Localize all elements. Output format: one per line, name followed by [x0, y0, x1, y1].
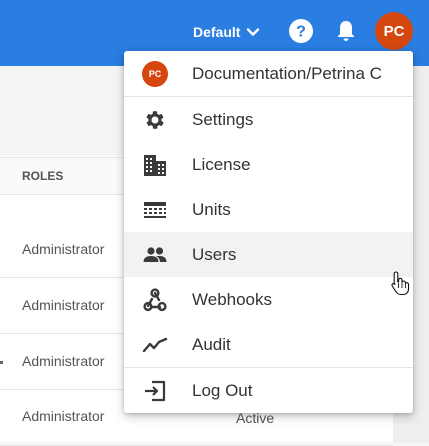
- row-role: Administrator: [22, 297, 105, 313]
- users-label: Users: [192, 244, 237, 264]
- menu-item-webhooks[interactable]: Webhooks: [124, 277, 413, 322]
- column-header-roles[interactable]: ROLES: [22, 169, 63, 183]
- gear-icon: [142, 107, 168, 133]
- menu-item-logout[interactable]: Log Out: [124, 368, 413, 413]
- account-label: Documentation/Petrina C: [192, 63, 382, 83]
- menu-item-license[interactable]: License: [124, 142, 413, 187]
- menu-item-settings[interactable]: Settings: [124, 97, 413, 142]
- svg-text:?: ?: [296, 24, 306, 41]
- units-label: Units: [192, 199, 231, 219]
- menu-item-users[interactable]: Users: [124, 232, 413, 277]
- webhooks-icon: [142, 287, 168, 313]
- menu-item-units[interactable]: Units: [124, 187, 413, 232]
- settings-label: Settings: [192, 109, 254, 129]
- license-label: License: [192, 154, 251, 174]
- chevron-down-icon: [247, 28, 260, 36]
- audit-label: Audit: [192, 334, 231, 354]
- menu-item-audit[interactable]: Audit: [124, 322, 413, 367]
- logout-icon: [142, 378, 168, 404]
- row-role: Administrator: [22, 241, 105, 257]
- user-avatar-button[interactable]: PC: [375, 12, 413, 50]
- account-avatar-initials: PC: [142, 60, 168, 87]
- logout-label: Log Out: [192, 380, 253, 400]
- context-label: Default: [193, 24, 241, 40]
- menu-item-account[interactable]: PC Documentation/Petrina C: [124, 51, 413, 96]
- hand-cursor-icon: [391, 271, 410, 296]
- row-role: Administrator: [22, 353, 105, 369]
- units-icon: [142, 197, 168, 223]
- account-avatar: PC: [142, 60, 168, 87]
- help-icon[interactable]: ?: [288, 18, 314, 44]
- webhooks-label: Webhooks: [192, 289, 273, 309]
- bell-icon[interactable]: [333, 18, 359, 44]
- audit-icon: [142, 332, 168, 358]
- user-menu: PC Documentation/Petrina C Settings Lice…: [124, 51, 413, 413]
- users-icon: [142, 242, 168, 268]
- building-icon: [142, 152, 168, 178]
- context-selector[interactable]: Default: [193, 18, 260, 46]
- row-role: Administrator: [22, 408, 105, 424]
- row-marker: [0, 361, 3, 364]
